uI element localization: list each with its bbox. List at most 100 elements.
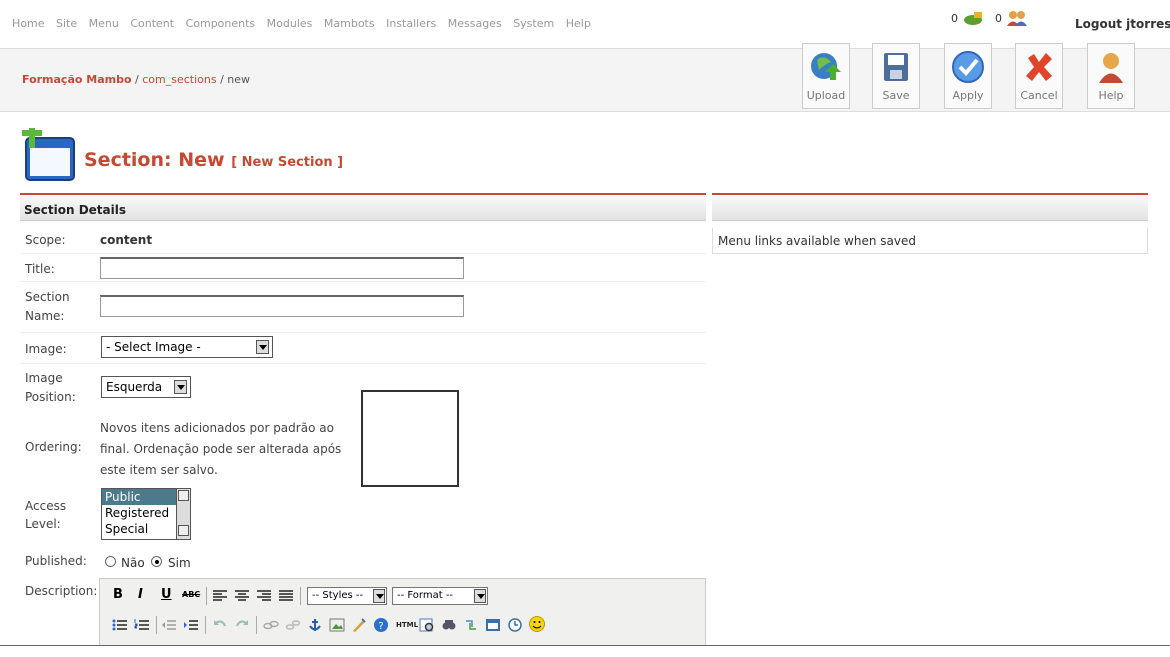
access-level-label-line1: Access (25, 499, 67, 513)
title-row: Title: (20, 254, 706, 282)
italic-button[interactable]: I (138, 587, 143, 602)
cancel-icon (1026, 53, 1052, 81)
cleanup-icon[interactable] (351, 617, 367, 633)
align-left-icon[interactable] (212, 588, 228, 604)
menu-messages[interactable]: Messages (448, 17, 502, 30)
upload-label: Upload (806, 89, 846, 102)
toolbar-separator (205, 616, 206, 634)
menu-menu[interactable]: Menu (89, 17, 119, 30)
chevron-down-icon[interactable] (373, 589, 385, 603)
align-center-icon[interactable] (234, 588, 250, 604)
save-button[interactable]: Save (872, 43, 920, 109)
page-subtitle: [ New Section ] (231, 155, 344, 170)
format-select[interactable]: -- Format -- (392, 587, 488, 605)
preview-icon[interactable] (419, 617, 435, 633)
toolbar-separator (256, 616, 257, 634)
menu-components[interactable]: Components (186, 17, 256, 30)
breadcrumb-site[interactable]: Formação Mambo (22, 73, 132, 86)
menu-home[interactable]: Home (12, 17, 44, 30)
section-name-row: Section Name: (20, 285, 706, 333)
menu-site[interactable]: Site (56, 17, 77, 30)
menu-modules[interactable]: Modules (267, 17, 313, 30)
scope-label: Scope: (25, 233, 66, 247)
cancel-button[interactable]: Cancel (1015, 43, 1063, 109)
menu-links-text: Menu links available when saved (718, 234, 916, 248)
bullet-list-icon[interactable] (112, 617, 128, 633)
access-level-select[interactable]: Public Registered Special (101, 488, 191, 540)
html-source-button[interactable]: HTML (396, 621, 418, 629)
breadcrumb-separator: / (131, 73, 143, 86)
align-right-icon[interactable] (256, 588, 272, 604)
undo-icon[interactable] (212, 617, 228, 633)
breadcrumb-component[interactable]: com_sections (142, 73, 216, 86)
chevron-down-icon[interactable] (174, 380, 187, 394)
emoticons-icon[interactable] (529, 616, 545, 632)
access-level-label-line2: Level: (25, 517, 61, 531)
section-name-label-line2: Name: (25, 309, 65, 323)
search-icon[interactable] (441, 617, 457, 633)
upload-button[interactable]: Upload (802, 43, 850, 109)
menu-installers[interactable]: Installers (386, 17, 436, 30)
top-menu-bar: Home Site Menu Content Components Module… (0, 0, 1170, 50)
menu-mambots[interactable]: Mambots (324, 17, 375, 30)
ordering-label: Ordering: (25, 440, 82, 454)
redo-icon[interactable] (234, 617, 250, 633)
published-label: Published: (25, 554, 87, 568)
underline-button[interactable]: U (161, 587, 172, 602)
pathway-bar: Formação Mambo / com_sections / new (0, 48, 1170, 112)
published-yes-label: Sim (168, 556, 191, 570)
indent-icon[interactable] (183, 617, 199, 633)
title-label: Title: (25, 262, 55, 276)
scope-value: content (100, 233, 153, 247)
insert-date-icon[interactable] (485, 617, 501, 633)
outdent-icon[interactable] (161, 617, 177, 633)
save-label: Save (882, 89, 910, 102)
chevron-down-icon[interactable] (256, 340, 269, 354)
numbered-list-icon[interactable] (134, 617, 150, 633)
logout-link[interactable]: Logout jtorres (1075, 17, 1170, 31)
messages-icon[interactable] (962, 10, 984, 26)
scroll-up-icon[interactable] (178, 490, 189, 501)
link-icon[interactable] (263, 617, 279, 633)
published-no-radio[interactable] (105, 556, 116, 567)
cancel-label: Cancel (1020, 89, 1058, 102)
insert-time-icon[interactable] (507, 617, 523, 633)
help-button[interactable]: Help (1087, 43, 1135, 109)
image-insert-icon[interactable] (329, 617, 345, 633)
anchor-icon[interactable] (307, 617, 323, 633)
breadcrumb-current: new (227, 73, 251, 86)
menu-system[interactable]: System (513, 17, 554, 30)
image-select-value: - Select Image - (106, 340, 201, 354)
strikethrough-button[interactable]: ABC (182, 590, 200, 599)
image-position-select[interactable]: Esquerda (101, 376, 191, 398)
section-name-label-line1: Section (25, 290, 70, 304)
bold-button[interactable]: B (113, 587, 123, 602)
page-title-text: Section: New (84, 149, 225, 171)
menu-content[interactable]: Content (130, 17, 174, 30)
page-title: Section: New [ New Section ] (84, 149, 343, 171)
published-yes-radio[interactable] (151, 556, 162, 567)
status-bar (0, 645, 1170, 657)
scroll-down-icon[interactable] (178, 525, 189, 536)
image-select[interactable]: - Select Image - (101, 336, 273, 358)
menu-help[interactable]: Help (566, 17, 591, 30)
menu-links-panel: Menu links available when saved (712, 228, 1148, 254)
image-preview (361, 390, 459, 487)
toolbar-separator (156, 616, 157, 634)
align-justify-icon[interactable] (278, 588, 294, 604)
section-name-input[interactable] (100, 295, 464, 317)
image-position-label-line2: Position: (25, 390, 76, 404)
styles-select[interactable]: -- Styles -- (307, 587, 387, 605)
chevron-down-icon[interactable] (474, 589, 486, 603)
users-icon[interactable] (1006, 10, 1028, 26)
replace-icon[interactable] (463, 617, 479, 633)
title-input[interactable] (100, 257, 464, 279)
access-scrollbar[interactable] (176, 489, 190, 539)
help-circle-icon[interactable]: ? (373, 617, 389, 633)
svg-text:?: ? (378, 621, 383, 632)
upload-icon (811, 53, 841, 80)
apply-button[interactable]: Apply (944, 43, 992, 109)
messages-count: 0 (951, 12, 958, 25)
menu-links-header (712, 193, 1148, 221)
unlink-icon[interactable] (285, 617, 301, 633)
